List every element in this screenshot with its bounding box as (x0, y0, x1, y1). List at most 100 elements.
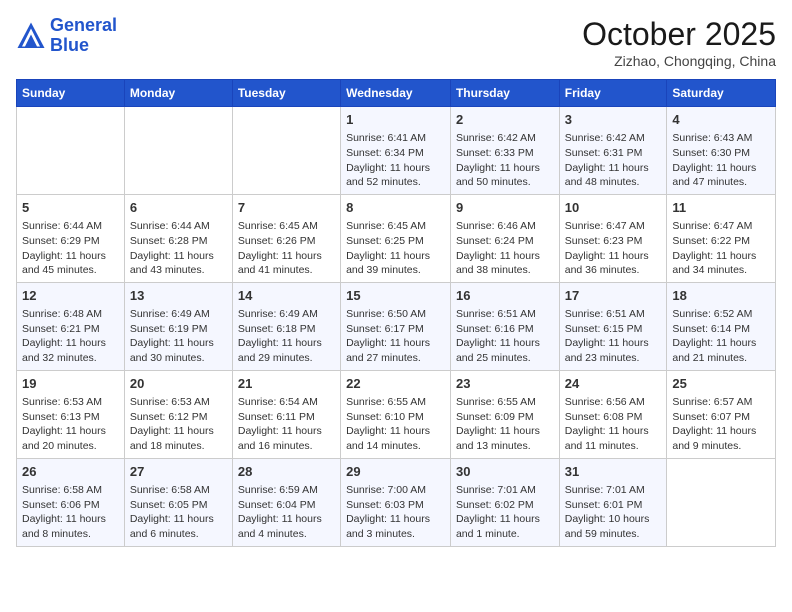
day-cell: 24Sunrise: 6:56 AM Sunset: 6:08 PM Dayli… (559, 370, 667, 458)
day-cell: 31 Sunrise: 7:01 AM Sunset: 6:01 PM Dayli… (559, 458, 667, 546)
week-row-2: 5 Sunrise: 6:44 AM Sunset: 6:29 PM Daylig… (17, 194, 776, 282)
day-number: 14 (238, 287, 335, 305)
week-row-1: 1 Sunrise: 6:41 AM Sunset: 6:34 PM Daylig… (17, 107, 776, 195)
day-cell: 7 Sunrise: 6:45 AM Sunset: 6:26 PM Daylig… (232, 194, 340, 282)
day-number: 30 (456, 463, 554, 481)
day-info: Sunrise: 6:55 AM Sunset: 6:10 PM Dayligh… (346, 395, 445, 454)
day-info: Sunrise: 6:43 AM Sunset: 6:30 PM Dayligh… (672, 131, 770, 190)
day-cell: 17 Sunrise: 6:51 AM Sunset: 6:15 PM Dayli… (559, 282, 667, 370)
day-info: Sunrise: 7:01 AM Sunset: 6:01 PM Dayligh… (565, 483, 662, 542)
day-cell: 30 Sunrise: 7:01 AM Sunset: 6:02 PM Dayli… (450, 458, 559, 546)
day-info: Sunrise: 6:51 AM Sunset: 6:16 PM Dayligh… (456, 307, 554, 366)
day-info: Sunrise: 6:44 AM Sunset: 6:28 PM Dayligh… (130, 219, 227, 278)
day-number: 28 (238, 463, 335, 481)
day-number: 23 (456, 375, 554, 393)
day-info: Sunrise: 6:53 AM Sunset: 6:12 PM Dayligh… (130, 395, 227, 454)
header-thursday: Thursday (450, 80, 559, 107)
day-info: Sunrise: 6:46 AM Sunset: 6:24 PM Dayligh… (456, 219, 554, 278)
day-number: 31 (565, 463, 662, 481)
day-number: 4 (672, 111, 770, 129)
day-number: 10 (565, 199, 662, 217)
day-number: 13 (130, 287, 227, 305)
day-number: 11 (672, 199, 770, 217)
day-number: 18 (672, 287, 770, 305)
day-cell: 16 Sunrise: 6:51 AM Sunset: 6:16 PM Dayli… (450, 282, 559, 370)
day-cell: 22 Sunrise: 6:55 AM Sunset: 6:10 PM Dayli… (341, 370, 451, 458)
header-friday: Friday (559, 80, 667, 107)
day-number: 8 (346, 199, 445, 217)
day-info: Sunrise: 7:01 AM Sunset: 6:02 PM Dayligh… (456, 483, 554, 542)
header-sunday: Sunday (17, 80, 125, 107)
header-tuesday: Tuesday (232, 80, 340, 107)
day-info: Sunrise: 6:54 AM Sunset: 6:11 PM Dayligh… (238, 395, 335, 454)
day-info: Sunrise: 6:59 AM Sunset: 6:04 PM Dayligh… (238, 483, 335, 542)
day-cell (232, 107, 340, 195)
day-cell: 15 Sunrise: 6:50 AM Sunset: 6:17 PM Dayli… (341, 282, 451, 370)
day-number: 22 (346, 375, 445, 393)
day-info: Sunrise: 6:52 AM Sunset: 6:14 PM Dayligh… (672, 307, 770, 366)
day-cell: 26Sunrise: 6:58 AM Sunset: 6:06 PM Dayli… (17, 458, 125, 546)
day-number: 27 (130, 463, 227, 481)
day-number: 9 (456, 199, 554, 217)
day-info: Sunrise: 6:44 AM Sunset: 6:29 PM Dayligh… (22, 219, 119, 278)
day-number: 5 (22, 199, 119, 217)
day-cell: 12Sunrise: 6:48 AM Sunset: 6:21 PM Dayli… (17, 282, 125, 370)
day-number: 24 (565, 375, 662, 393)
day-info: Sunrise: 6:53 AM Sunset: 6:13 PM Dayligh… (22, 395, 119, 454)
day-number: 2 (456, 111, 554, 129)
day-cell: 25 Sunrise: 6:57 AM Sunset: 6:07 PM Dayli… (667, 370, 776, 458)
day-info: Sunrise: 6:42 AM Sunset: 6:33 PM Dayligh… (456, 131, 554, 190)
calendar-table: SundayMondayTuesdayWednesdayThursdayFrid… (16, 79, 776, 547)
day-info: Sunrise: 6:58 AM Sunset: 6:05 PM Dayligh… (130, 483, 227, 542)
day-number: 25 (672, 375, 770, 393)
day-cell: 4 Sunrise: 6:43 AM Sunset: 6:30 PM Daylig… (667, 107, 776, 195)
day-cell: 27 Sunrise: 6:58 AM Sunset: 6:05 PM Dayli… (124, 458, 232, 546)
day-info: Sunrise: 6:49 AM Sunset: 6:19 PM Dayligh… (130, 307, 227, 366)
day-cell (124, 107, 232, 195)
header-monday: Monday (124, 80, 232, 107)
title-block: October 2025 Zizhao, Chongqing, China (582, 16, 776, 69)
week-row-3: 12Sunrise: 6:48 AM Sunset: 6:21 PM Dayli… (17, 282, 776, 370)
day-cell: 1 Sunrise: 6:41 AM Sunset: 6:34 PM Daylig… (341, 107, 451, 195)
day-info: Sunrise: 6:50 AM Sunset: 6:17 PM Dayligh… (346, 307, 445, 366)
day-info: Sunrise: 6:41 AM Sunset: 6:34 PM Dayligh… (346, 131, 445, 190)
day-cell: 9 Sunrise: 6:46 AM Sunset: 6:24 PM Daylig… (450, 194, 559, 282)
location: Zizhao, Chongqing, China (582, 53, 776, 69)
day-info: Sunrise: 6:42 AM Sunset: 6:31 PM Dayligh… (565, 131, 662, 190)
day-info: Sunrise: 6:48 AM Sunset: 6:21 PM Dayligh… (22, 307, 119, 366)
day-info: Sunrise: 6:51 AM Sunset: 6:15 PM Dayligh… (565, 307, 662, 366)
day-cell: 14 Sunrise: 6:49 AM Sunset: 6:18 PM Dayli… (232, 282, 340, 370)
day-number: 16 (456, 287, 554, 305)
day-info: Sunrise: 6:45 AM Sunset: 6:26 PM Dayligh… (238, 219, 335, 278)
day-cell: 13 Sunrise: 6:49 AM Sunset: 6:19 PM Dayli… (124, 282, 232, 370)
day-cell: 11 Sunrise: 6:47 AM Sunset: 6:22 PM Dayli… (667, 194, 776, 282)
day-number: 17 (565, 287, 662, 305)
day-number: 29 (346, 463, 445, 481)
page-header: General Blue October 2025 Zizhao, Chongq… (16, 16, 776, 69)
logo-text: General Blue (50, 16, 117, 56)
logo-icon (16, 21, 46, 51)
day-info: Sunrise: 6:58 AM Sunset: 6:06 PM Dayligh… (22, 483, 119, 542)
header-saturday: Saturday (667, 80, 776, 107)
day-info: Sunrise: 6:47 AM Sunset: 6:22 PM Dayligh… (672, 219, 770, 278)
day-info: Sunrise: 6:57 AM Sunset: 6:07 PM Dayligh… (672, 395, 770, 454)
day-number: 20 (130, 375, 227, 393)
day-cell: 2 Sunrise: 6:42 AM Sunset: 6:33 PM Daylig… (450, 107, 559, 195)
day-cell: 20 Sunrise: 6:53 AM Sunset: 6:12 PM Dayli… (124, 370, 232, 458)
day-cell: 19Sunrise: 6:53 AM Sunset: 6:13 PM Dayli… (17, 370, 125, 458)
day-cell: 21Sunrise: 6:54 AM Sunset: 6:11 PM Dayli… (232, 370, 340, 458)
day-number: 3 (565, 111, 662, 129)
day-number: 1 (346, 111, 445, 129)
day-number: 15 (346, 287, 445, 305)
day-cell (17, 107, 125, 195)
header-wednesday: Wednesday (341, 80, 451, 107)
day-number: 7 (238, 199, 335, 217)
day-cell: 18 Sunrise: 6:52 AM Sunset: 6:14 PM Dayli… (667, 282, 776, 370)
day-info: Sunrise: 6:49 AM Sunset: 6:18 PM Dayligh… (238, 307, 335, 366)
day-cell: 28 Sunrise: 6:59 AM Sunset: 6:04 PM Dayli… (232, 458, 340, 546)
day-number: 6 (130, 199, 227, 217)
day-info: Sunrise: 6:47 AM Sunset: 6:23 PM Dayligh… (565, 219, 662, 278)
calendar-header-row: SundayMondayTuesdayWednesdayThursdayFrid… (17, 80, 776, 107)
day-info: Sunrise: 7:00 AM Sunset: 6:03 PM Dayligh… (346, 483, 445, 542)
day-cell: 6 Sunrise: 6:44 AM Sunset: 6:28 PM Daylig… (124, 194, 232, 282)
